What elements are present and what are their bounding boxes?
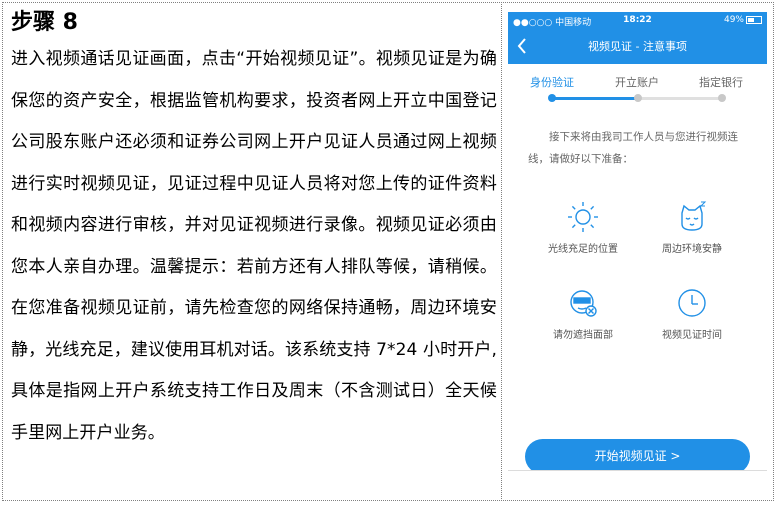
step-dot-open-account xyxy=(634,94,642,102)
battery-icon xyxy=(746,15,762,24)
step-bank: 指定银行 xyxy=(699,76,743,89)
tip-time: 视频见证时间 xyxy=(637,286,747,341)
instruction-paragraph: 进入视频通话见证画面，点击“开始视频见证”。视频见证是为确保您的资产安全，根据监… xyxy=(11,49,497,443)
tip-light: 光线充足的位置 xyxy=(528,200,638,255)
notice-content: 身份验证 开立账户 指定银行 接下来将由我司工作人员与您进行视频连线，请做好以下… xyxy=(508,64,767,470)
tip-quiet: 周边环境安静 xyxy=(637,200,747,255)
battery-percent: 49% xyxy=(723,15,744,25)
phone-bottom-divider xyxy=(508,470,767,471)
progress-track-done xyxy=(552,97,638,100)
tip-label-face: 请勿遮挡面部 xyxy=(553,330,613,341)
step-title: 步骤 8 xyxy=(11,10,78,35)
progress-steps: 身份验证 开立账户 指定银行 xyxy=(508,74,767,89)
start-video-verification-button[interactable]: 开始视频见证 > xyxy=(525,439,750,470)
sun-icon xyxy=(528,200,638,234)
covered-face-icon xyxy=(528,286,638,320)
nav-title: 视频见证 - 注意事项 xyxy=(588,40,687,53)
progress-track-pending xyxy=(638,97,722,100)
tip-label-time: 视频见证时间 xyxy=(662,330,722,341)
sleeping-cat-icon xyxy=(637,200,747,234)
tip-label-quiet: 周边环境安静 xyxy=(662,244,722,255)
step-dot-bank xyxy=(718,94,726,102)
phone-screenshot: ●●○○○ 中国移动 18:22 49% 视频见证 - 注意事项 身份验证 开立… xyxy=(508,12,767,470)
tip-face: 请勿遮挡面部 xyxy=(528,286,638,341)
status-bar: ●●○○○ 中国移动 18:22 49% xyxy=(508,12,767,30)
column-divider xyxy=(501,2,502,501)
tip-label-light: 光线充足的位置 xyxy=(548,244,618,255)
instruction-column: 步骤 8 进入视频通话见证画面，点击“开始视频见证”。视频见证是为确保您的资产安… xyxy=(11,8,497,454)
clock-icon xyxy=(637,286,747,320)
nav-bar: 视频见证 - 注意事项 xyxy=(508,30,767,64)
step-open-account: 开立账户 xyxy=(615,76,659,89)
step-dot-identity xyxy=(548,94,556,102)
step-identity: 身份验证 xyxy=(530,76,574,89)
intro-text: 接下来将由我司工作人员与您进行视频连线，请做好以下准备： xyxy=(528,131,738,165)
battery-status: 49% xyxy=(724,15,762,25)
